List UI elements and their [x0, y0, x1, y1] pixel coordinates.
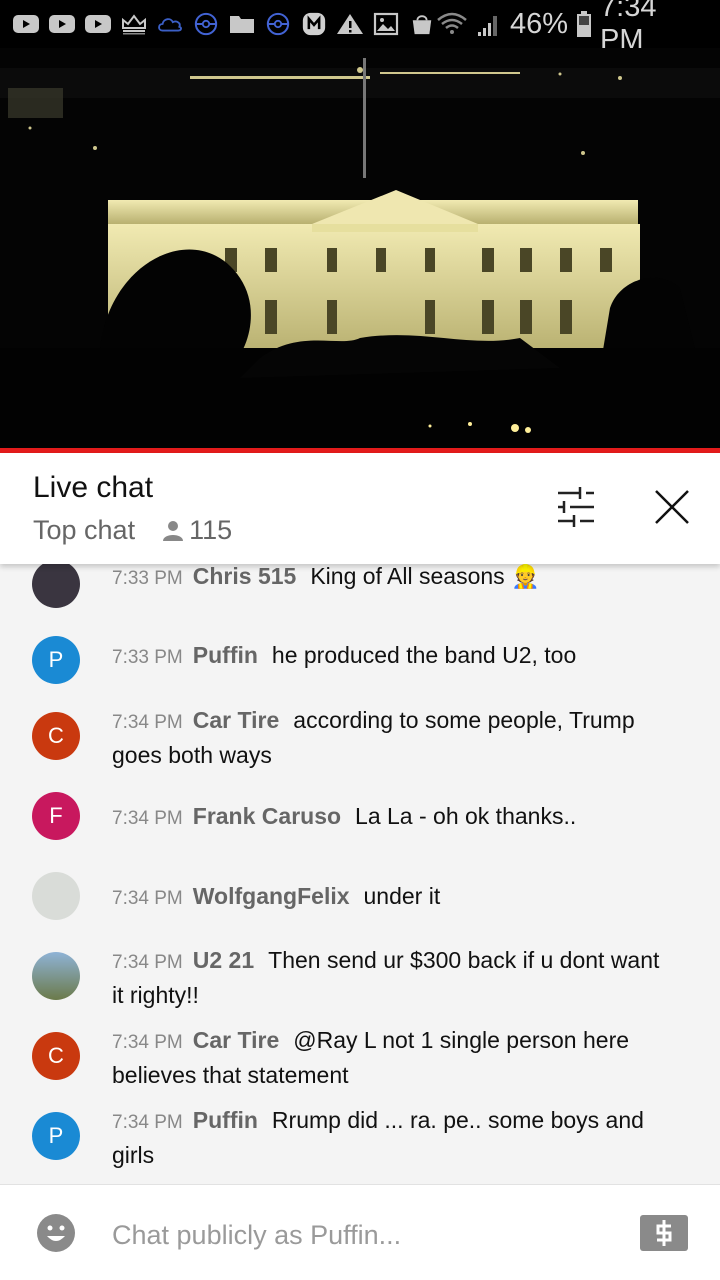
sliders-icon — [558, 487, 594, 527]
shopping-bag-icon — [412, 15, 432, 35]
image-icon — [373, 12, 399, 36]
close-icon — [655, 490, 689, 524]
message-timestamp: 7:34 PM — [112, 952, 183, 973]
live-chat-title: Live chat — [33, 471, 154, 504]
avatar[interactable] — [32, 564, 80, 608]
worker-emoji: 👷 — [511, 564, 540, 589]
message-author[interactable]: Puffin — [193, 1107, 258, 1133]
person-icon — [163, 520, 184, 541]
message-timestamp: 7:33 PM — [112, 568, 183, 589]
avatar[interactable]: P — [32, 636, 80, 684]
message-author[interactable]: Car Tire — [193, 707, 280, 733]
message-author[interactable]: Car Tire — [193, 1027, 280, 1053]
live-chat-header: Live chat Top chat 115 — [0, 453, 720, 564]
crown-icon — [122, 14, 146, 35]
viewer-count-value: 115 — [189, 515, 233, 545]
chat-mode-selector[interactable]: Top chat 115 — [33, 515, 232, 546]
message-author[interactable]: Puffin — [193, 642, 258, 668]
warning-icon — [337, 14, 363, 34]
emoji-button[interactable] — [36, 1213, 76, 1253]
avatar[interactable] — [32, 872, 80, 920]
folder-icon — [230, 16, 254, 33]
video-player[interactable] — [0, 48, 720, 450]
chat-message-list[interactable]: 7:33 PM Chris 515 King of All seasons 👷 P … — [0, 564, 720, 1184]
message-timestamp: 7:34 PM — [112, 1032, 183, 1053]
youtube-icon — [49, 15, 75, 33]
super-chat-button[interactable] — [640, 1215, 688, 1251]
message-author[interactable]: U2 21 — [193, 947, 254, 973]
avatar[interactable]: P — [32, 1112, 80, 1160]
message-text: according to some people, Trump goes bot… — [112, 707, 635, 768]
chat-filter-button[interactable] — [550, 483, 602, 531]
battery-percent: 46% — [509, 7, 569, 40]
viewer-count: 115 — [161, 515, 232, 546]
pokeball-icon — [266, 12, 290, 36]
message-text: La La - oh ok thanks.. — [355, 803, 577, 829]
message-text: under it — [363, 883, 441, 909]
message-timestamp: 7:34 PM — [112, 808, 183, 829]
message-text: King of All seasons — [310, 564, 505, 589]
chat-input-bar — [0, 1184, 720, 1280]
chat-message-input[interactable] — [112, 1215, 612, 1255]
message-timestamp: 7:34 PM — [112, 888, 183, 909]
status-bar: 46% 7:34 PM — [0, 0, 720, 56]
message-author[interactable]: Frank Caruso — [193, 803, 341, 829]
video-frame-white-house — [0, 48, 720, 450]
message-text: @Ray L not 1 single person here believes… — [112, 1027, 630, 1088]
smiley-icon — [37, 1214, 75, 1252]
chat-mode-label: Top chat — [33, 515, 136, 545]
message-text: Rrump did ... ra. pe.. some boys and gir… — [112, 1107, 644, 1168]
battery-icon — [577, 11, 592, 37]
notification-icons — [12, 12, 436, 36]
message-timestamp: 7:33 PM — [112, 647, 183, 668]
avatar[interactable]: F — [32, 792, 80, 840]
avatar[interactable]: C — [32, 712, 80, 760]
avatar[interactable] — [32, 952, 80, 1000]
dollar-icon — [656, 1220, 672, 1246]
wifi-icon — [437, 12, 467, 34]
youtube-icon — [85, 15, 111, 33]
signal-icon — [477, 16, 497, 36]
avatar[interactable]: C — [32, 1032, 80, 1080]
cloud-icon — [158, 18, 182, 32]
youtube-icon — [13, 15, 39, 33]
message-timestamp: 7:34 PM — [112, 712, 183, 733]
message-timestamp: 7:34 PM — [112, 1112, 183, 1133]
message-author[interactable]: Chris 515 — [193, 564, 297, 589]
close-chat-button[interactable] — [648, 483, 696, 531]
message-author[interactable]: WolfgangFelix — [193, 883, 350, 909]
pokeball-icon — [194, 12, 218, 36]
message-text: he produced the band U2, too — [271, 642, 577, 668]
m-app-icon — [302, 12, 326, 36]
